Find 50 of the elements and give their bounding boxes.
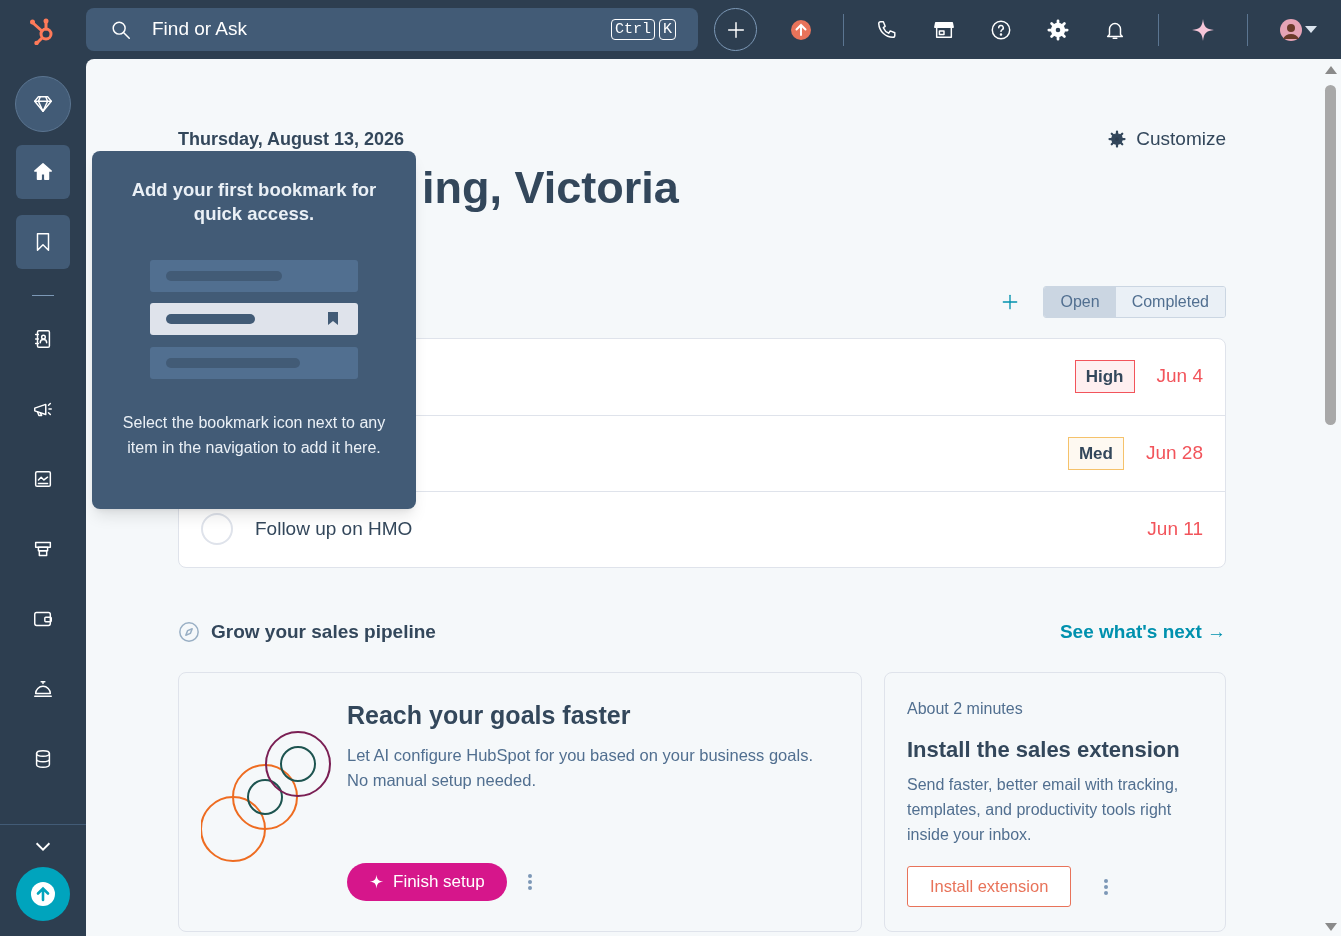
caret-icon[interactable] (1305, 25, 1317, 34)
nav-item[interactable] (16, 145, 70, 199)
shortcut-key: K (659, 19, 676, 40)
card-title: Install the sales extension (907, 736, 1181, 764)
more-options-icon[interactable] (1103, 877, 1110, 896)
task-title[interactable]: Follow up on HMO (255, 514, 413, 544)
avatar-icon[interactable] (1280, 18, 1302, 41)
upgrade-button[interactable] (16, 867, 70, 921)
diamond-icon (32, 93, 54, 115)
popover-description: Select the bookmark icon next to any item in the navigation to add it here. (121, 413, 387, 458)
due-date: Jun 28 (1145, 440, 1203, 465)
due-date: Jun 4 (1156, 364, 1203, 389)
sparkle-icon (369, 874, 384, 889)
date-text: Thursday, August 13, 2026 (178, 127, 405, 151)
search-bar[interactable]: Find or Ask Ctrl K (86, 8, 698, 51)
settings-icon[interactable] (1047, 18, 1069, 41)
search-field[interactable]: Find or Ask (152, 15, 591, 44)
nav-item[interactable] (15, 76, 71, 132)
home-icon (32, 161, 54, 183)
phone-icon[interactable] (876, 18, 898, 41)
duration-text: About 2 minutes (907, 699, 1024, 719)
card-description: Let AI configure HubSpot for you based on your business goals. No manual setup needed. (347, 744, 814, 791)
section-heading: Grow your sales pipeline (211, 619, 436, 644)
card-title: Reach your goals faster (347, 700, 632, 731)
task-checkbox[interactable] (201, 513, 233, 545)
install-extension-button[interactable]: Install extension (907, 866, 1072, 907)
see-next-link[interactable]: See what's next → (1059, 617, 1226, 646)
upgrade-icon[interactable] (791, 19, 811, 40)
priority-tag: High (1074, 360, 1135, 393)
customize-button[interactable]: Customize (1108, 125, 1226, 154)
scrollbar-thumb[interactable] (1325, 85, 1336, 425)
arrow-up-icon (30, 881, 56, 907)
settings-icon (1108, 130, 1127, 149)
shortcut-key: Ctrl (610, 19, 655, 40)
finish-setup-button[interactable]: Finish setup (347, 862, 507, 901)
status-tab[interactable]: Completed (1115, 286, 1225, 317)
more-options-icon[interactable] (526, 872, 533, 891)
popover-title: Add your first bookmark for quick access. (130, 178, 378, 226)
nav-item[interactable] (16, 215, 70, 269)
status-tab[interactable]: Open (1044, 286, 1116, 317)
priority-tag: Med (1067, 436, 1124, 470)
due-date: Jun 11 (1147, 516, 1203, 541)
scroll-up-icon[interactable] (1324, 65, 1337, 75)
service-bell-icon (32, 678, 54, 700)
card-description: Send faster, better email with tracking, templates, and productivity tools right inside your inbox. (907, 775, 1180, 845)
scroll-down-icon[interactable] (1324, 922, 1337, 932)
greeting-heading: ing, Victoria (422, 160, 680, 215)
compass-icon (178, 620, 200, 643)
report-icon (32, 468, 54, 490)
help-icon[interactable] (990, 18, 1012, 41)
